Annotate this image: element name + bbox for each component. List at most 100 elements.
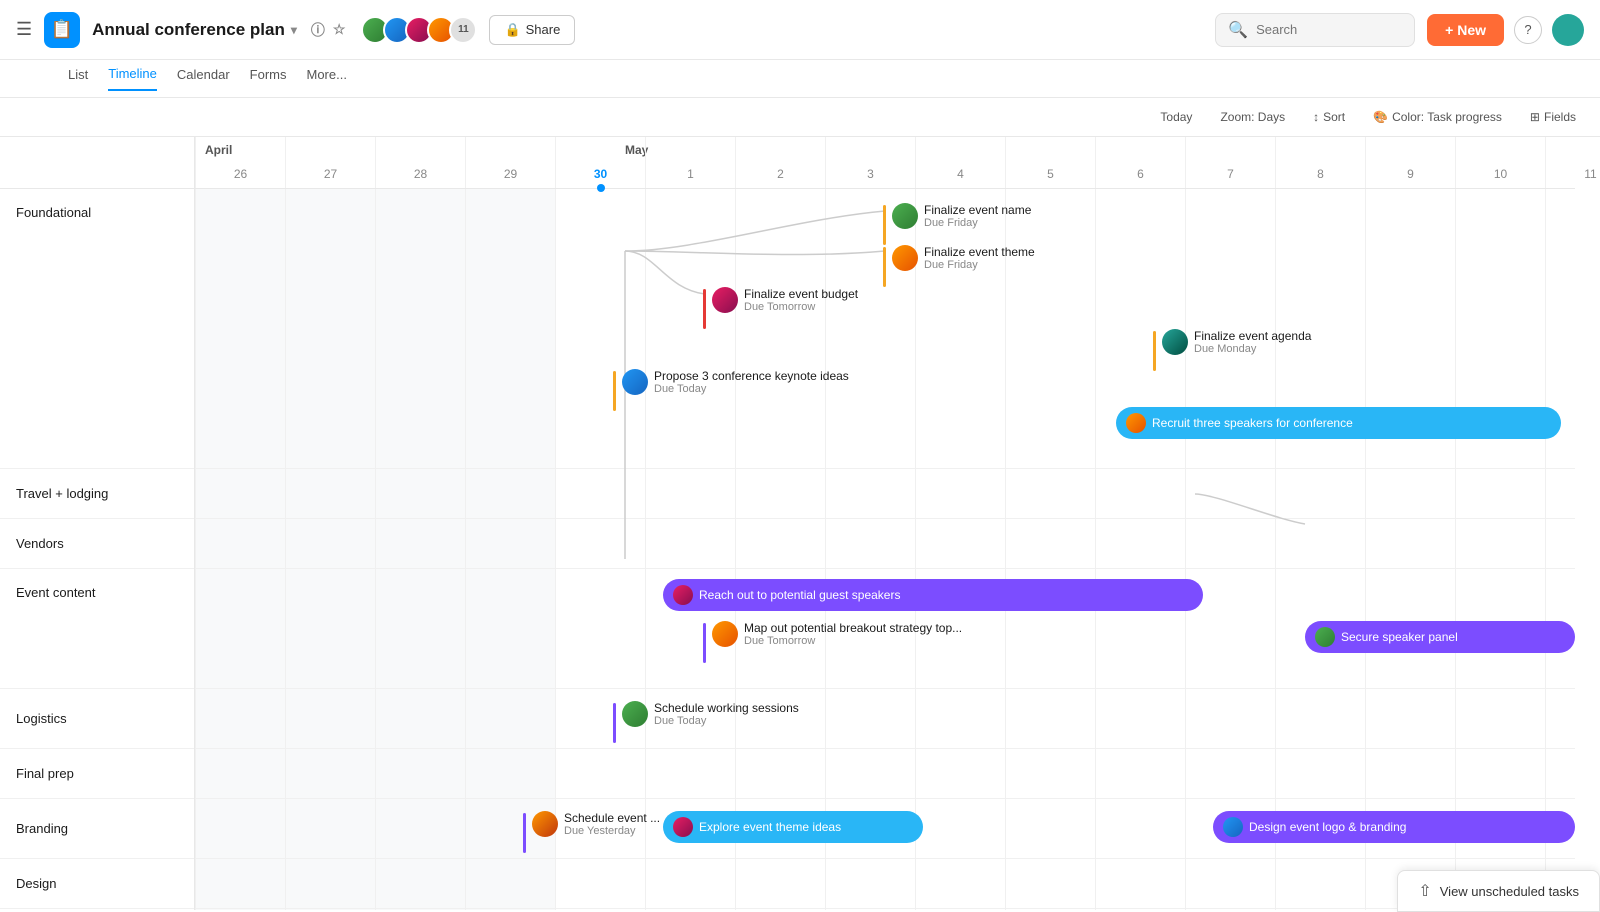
tab-calendar[interactable]: Calendar: [177, 67, 230, 90]
cell: [1455, 519, 1545, 568]
cell: [465, 189, 555, 468]
row-label-promotion: Promotion: [0, 909, 194, 910]
tab-forms[interactable]: Forms: [250, 67, 287, 90]
date-col-2: 2: [735, 137, 825, 188]
cell: [375, 859, 465, 908]
help-button[interactable]: ?: [1514, 16, 1542, 44]
row-design: [195, 859, 1575, 909]
color-button[interactable]: 🎨 Color: Task progress: [1365, 106, 1510, 128]
new-button[interactable]: + New: [1427, 14, 1504, 46]
cell: [1455, 689, 1545, 748]
cell: [285, 749, 375, 798]
cell: [1005, 689, 1095, 748]
cell: [1545, 749, 1600, 798]
cell: [555, 909, 645, 910]
star-icon[interactable]: ☆: [333, 21, 346, 38]
cell: [555, 569, 645, 688]
cell: [195, 799, 285, 858]
task-schedule-sessions[interactable]: Schedule working sessions Due Today: [613, 701, 799, 743]
task-finalize-event-budget[interactable]: Finalize event budget Due Tomorrow: [703, 287, 858, 329]
sub-nav: List Timeline Calendar Forms More...: [0, 60, 1600, 98]
cell: [195, 689, 285, 748]
task-reach-out-speakers[interactable]: Reach out to potential guest speakers: [663, 579, 1203, 611]
cell: [195, 569, 285, 688]
cell: [465, 859, 555, 908]
search-input[interactable]: [1256, 22, 1402, 37]
zoom-button[interactable]: Zoom: Days: [1212, 106, 1293, 128]
unscheduled-bar[interactable]: ⇧ View unscheduled tasks: [1397, 870, 1600, 912]
tab-list[interactable]: List: [68, 67, 88, 90]
row-promotion: Send save the da...: [195, 909, 1575, 910]
cell: [375, 569, 465, 688]
cell: [375, 799, 465, 858]
date-col-11: 11: [1545, 137, 1600, 188]
cell: [1275, 909, 1365, 910]
task-finalize-event-agenda[interactable]: Finalize event agenda Due Monday: [1153, 329, 1311, 371]
cell: [465, 689, 555, 748]
cell: [195, 519, 285, 568]
task-propose-keynote[interactable]: Propose 3 conference keynote ideas Due T…: [613, 369, 849, 411]
task-explore-theme[interactable]: Explore event theme ideas: [663, 811, 923, 843]
date-col-1: 1: [645, 137, 735, 188]
task-schedule-event[interactable]: Schedule event ... Due Yesterday: [523, 811, 660, 853]
cell: [825, 909, 915, 910]
cell: [825, 859, 915, 908]
cell: [555, 749, 645, 798]
cell: [1365, 519, 1455, 568]
share-label: Share: [526, 22, 561, 37]
task-finalize-event-name[interactable]: Finalize event name Due Friday: [883, 203, 1031, 245]
cell: [645, 909, 735, 910]
row-labels: Foundational Travel + lodging Vendors Ev…: [0, 137, 195, 910]
cell: [195, 749, 285, 798]
tab-timeline[interactable]: Timeline: [108, 66, 157, 91]
today-button[interactable]: Today: [1152, 106, 1200, 128]
cell: [1095, 909, 1185, 910]
cell: [1005, 799, 1095, 858]
cell: [1095, 519, 1185, 568]
date-col-3: 3: [825, 137, 915, 188]
row-label-branding: Branding: [0, 799, 194, 859]
cell: [825, 689, 915, 748]
cell: [285, 859, 375, 908]
cell: [1275, 749, 1365, 798]
cell: [645, 749, 735, 798]
cell: [735, 909, 825, 910]
timeline-wrapper: Foundational Travel + lodging Vendors Ev…: [0, 137, 1600, 910]
cell: [735, 519, 825, 568]
task-design-logo[interactable]: Design event logo & branding: [1213, 811, 1575, 843]
task-recruit-speakers[interactable]: Recruit three speakers for conference: [1116, 407, 1561, 439]
cell: [915, 519, 1005, 568]
hamburger-icon[interactable]: ☰: [16, 19, 32, 40]
cell: [285, 909, 375, 910]
share-button[interactable]: 🔒 Share: [489, 15, 575, 45]
cell: [465, 469, 555, 518]
date-col-8: 8: [1275, 137, 1365, 188]
cell: [285, 799, 375, 858]
sort-button[interactable]: ↕ Sort: [1305, 106, 1353, 128]
cell: [1545, 469, 1600, 518]
chevron-down-icon[interactable]: ▾: [291, 23, 297, 37]
task-secure-speaker[interactable]: Secure speaker panel: [1305, 621, 1575, 653]
info-icon[interactable]: ⓘ: [311, 20, 325, 40]
cell: [1545, 519, 1600, 568]
task-finalize-event-theme[interactable]: Finalize event theme Due Friday: [883, 245, 1035, 287]
cell: [195, 909, 285, 910]
row-label-final-prep: Final prep: [0, 749, 194, 799]
cell: [915, 689, 1005, 748]
cell: [285, 469, 375, 518]
project-title: Annual conference plan ▾ ⓘ ☆: [92, 20, 345, 40]
tab-more[interactable]: More...: [307, 67, 347, 90]
fields-button[interactable]: ⊞ Fields: [1522, 106, 1584, 128]
avatar-group: 11: [361, 16, 477, 44]
cell: [195, 189, 285, 468]
user-avatar[interactable]: [1552, 14, 1584, 46]
cell: [1185, 749, 1275, 798]
cell: [1365, 689, 1455, 748]
task-map-breakout[interactable]: Map out potential breakout strategy top.…: [703, 621, 962, 663]
row-label-logistics: Logistics: [0, 689, 194, 749]
color-icon: 🎨: [1373, 110, 1388, 124]
date-col-9: 9: [1365, 137, 1455, 188]
cell: [1005, 469, 1095, 518]
date-col-28: 28: [375, 137, 465, 188]
cell: [915, 749, 1005, 798]
